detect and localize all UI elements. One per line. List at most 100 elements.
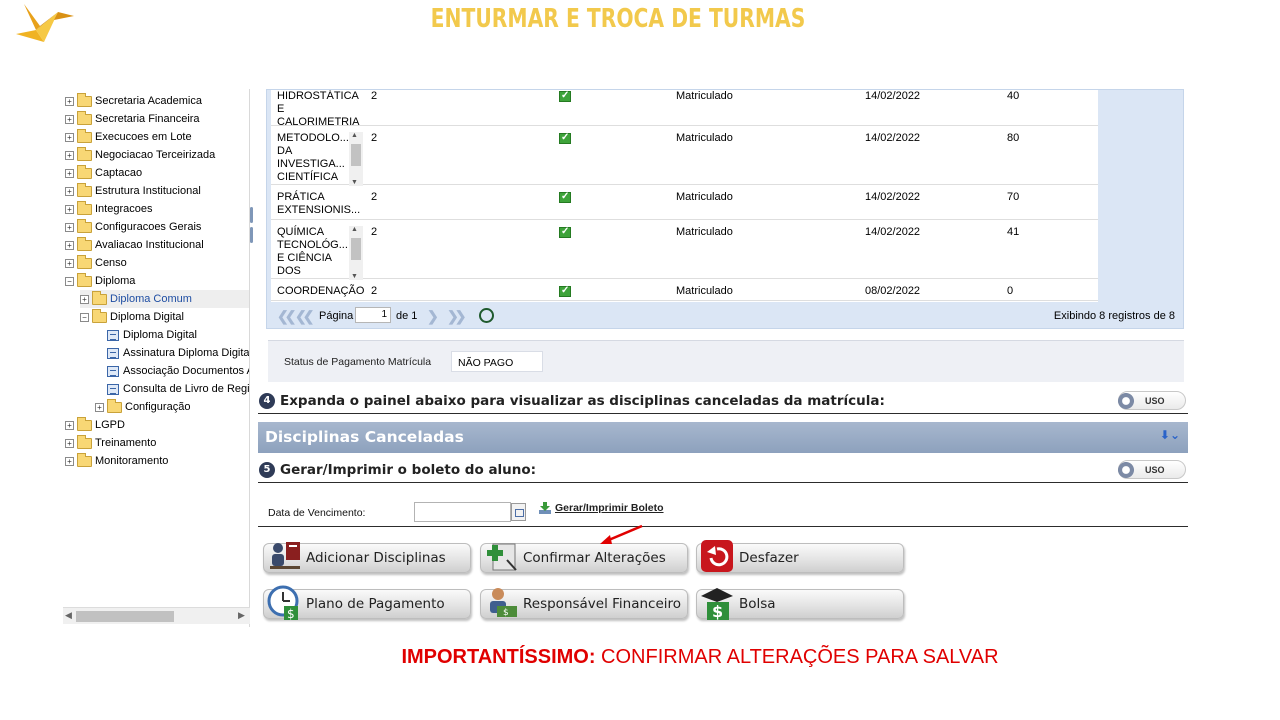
last-page-icon[interactable]: ❯❯: [447, 308, 467, 325]
confirm-changes-button[interactable]: Confirmar Alterações: [480, 543, 688, 573]
checkbox-checked-icon[interactable]: [559, 131, 571, 144]
scroll-left-icon[interactable]: ◀: [65, 610, 72, 621]
first-page-icon[interactable]: ❮❮: [277, 308, 297, 325]
tree-item[interactable]: + Captacao: [65, 164, 142, 182]
tree-item[interactable]: − Diploma: [65, 272, 135, 290]
scroll-right-icon[interactable]: ▶: [238, 610, 245, 621]
records-info: Exibindo 8 registros de 8: [1053, 310, 1175, 322]
expand-plus-icon[interactable]: +: [65, 168, 74, 178]
checkbox-checked-icon[interactable]: [559, 225, 571, 238]
discipline-name-line: TECNOLÓG...: [277, 239, 348, 251]
checkbox-checked-icon[interactable]: [559, 190, 571, 203]
tree-item[interactable]: + Execucoes em Lote: [65, 128, 192, 146]
collapse-minus-icon[interactable]: −: [65, 276, 74, 286]
tree-item[interactable]: + Avaliacao Institucional: [65, 236, 204, 254]
expand-chevron-icon[interactable]: ⬇⌄: [1160, 428, 1180, 442]
discipline-name: PRÁTICA EXTENSIONIS...: [277, 191, 360, 217]
financial-responsible-button[interactable]: $ Responsável Financeiro: [480, 588, 688, 619]
tree-item[interactable]: + Monitoramento: [65, 452, 168, 470]
tree-item[interactable]: Consulta de Livro de Regist: [107, 380, 249, 398]
tree-item[interactable]: Assinatura Diploma Digital: [107, 344, 249, 362]
checkbox-checked-icon[interactable]: [559, 284, 571, 297]
expand-plus-icon[interactable]: +: [65, 240, 74, 250]
tree-item[interactable]: + Configuração: [95, 398, 190, 416]
tree-item[interactable]: + Secretaria Financeira: [65, 110, 200, 128]
cell-scrollbar[interactable]: ▲ ▼: [349, 226, 363, 280]
tree-item-label: Estrutura Institucional: [95, 185, 201, 197]
discipline-name: HIDROSTÁTICA E CALORIMETRIA: [277, 90, 360, 129]
folder-icon: [77, 236, 92, 251]
expand-plus-icon[interactable]: +: [65, 258, 74, 268]
disciplines-grid: HIDROSTÁTICAECALORIMETRIA 2 Matriculado 14/…: [266, 89, 1184, 329]
tree-item-label: Secretaria Financeira: [95, 113, 200, 125]
step-5-badge: 5: [259, 462, 275, 478]
tree-item[interactable]: + Integracoes: [65, 200, 152, 218]
scrollbar-thumb[interactable]: [76, 611, 174, 622]
folder-icon: [77, 110, 92, 125]
payment-plan-button[interactable]: $ Plano de Pagamento: [263, 585, 471, 621]
expand-plus-icon[interactable]: +: [65, 222, 74, 232]
add-disciplines-button[interactable]: Adicionar Disciplinas: [263, 542, 471, 573]
due-date-input[interactable]: [414, 502, 511, 522]
table-row[interactable]: HIDROSTÁTICAECALORIMETRIA 2 Matriculado 14/…: [271, 90, 1098, 129]
status-cell: Matriculado: [676, 90, 733, 102]
expand-plus-icon[interactable]: +: [65, 438, 74, 448]
refresh-icon[interactable]: [479, 308, 494, 323]
panel-title: Disciplinas Canceladas: [265, 428, 464, 446]
expand-plus-icon[interactable]: +: [65, 186, 74, 196]
page-of-label: de 1: [396, 310, 418, 322]
discipline-name: METODOLO... DA INVESTIGA... CIENTÍFICA: [277, 132, 357, 184]
expand-plus-icon[interactable]: +: [65, 456, 74, 466]
tree-item[interactable]: + Treinamento: [65, 434, 156, 452]
collapse-minus-icon[interactable]: −: [80, 312, 89, 322]
next-page-icon[interactable]: ❯: [427, 308, 439, 325]
expand-plus-icon[interactable]: +: [65, 132, 74, 142]
undo-button[interactable]: Desfazer: [696, 540, 904, 573]
tree-item[interactable]: + Estrutura Institucional: [65, 182, 201, 200]
checkbox-checked-icon[interactable]: [559, 90, 571, 102]
tree-item[interactable]: − Diploma Digital: [80, 308, 184, 326]
expand-plus-icon[interactable]: +: [80, 294, 89, 304]
prev-page-icon[interactable]: ❮❮: [295, 308, 315, 325]
tree-item[interactable]: + LGPD: [65, 416, 125, 434]
table-row[interactable]: QUÍMICATECNOLÓG...E CIÊNCIADOS▲▼2Matricu…: [271, 220, 1098, 280]
table-row[interactable]: PRÁTICAEXTENSIONIS... 2 Matriculado 14/02/2…: [271, 185, 1098, 220]
expand-plus-icon[interactable]: +: [65, 150, 74, 160]
credits-cell: 2: [371, 226, 378, 238]
tree-item[interactable]: Diploma Digital: [107, 326, 197, 344]
cell-scrollbar[interactable]: ▲ ▼: [349, 132, 363, 186]
student-desk-icon: [270, 542, 300, 569]
credits-cell: 2: [371, 132, 378, 144]
date-cell: 08/02/2022: [865, 285, 921, 297]
folder-icon: [77, 254, 92, 269]
expand-plus-icon[interactable]: +: [95, 402, 104, 412]
tree-item[interactable]: + Censo: [65, 254, 127, 272]
tree-horizontal-scrollbar[interactable]: ◀ ▶: [63, 607, 250, 624]
tree-item[interactable]: Associação Documentos Al: [107, 362, 249, 380]
expand-plus-icon[interactable]: +: [65, 114, 74, 124]
scholarship-dollar-icon: $: [701, 588, 733, 621]
expand-plus-icon[interactable]: +: [65, 420, 74, 430]
folder-icon: [77, 182, 92, 197]
scholarship-button[interactable]: $ Bolsa: [696, 588, 904, 621]
table-row[interactable]: METODOLO...DAINVESTIGA...CIENTÍFICA▲▼2Ma…: [271, 126, 1098, 186]
uso-toggle-5[interactable]: USO: [1116, 460, 1186, 480]
payment-status-value: NÃO PAGO: [451, 351, 543, 372]
tree-item[interactable]: + Negociacao Terceirizada: [65, 146, 215, 164]
expand-plus-icon[interactable]: +: [65, 96, 74, 106]
disciplinas-canceladas-panel[interactable]: Disciplinas Canceladas ⬇⌄: [258, 422, 1188, 453]
uso-toggle-4[interactable]: USO: [1116, 391, 1186, 411]
generate-boleto-link[interactable]: Gerar/Imprimir Boleto: [555, 502, 664, 514]
download-icon[interactable]: [538, 501, 552, 515]
tree-item-label: Diploma: [95, 275, 136, 287]
calendar-icon[interactable]: [511, 503, 526, 521]
expand-plus-icon[interactable]: +: [65, 204, 74, 214]
tree-item[interactable]: + Configuracoes Gerais: [65, 218, 201, 236]
page-number-input[interactable]: 1: [355, 307, 391, 323]
panel-splitter[interactable]: [250, 207, 254, 247]
folder-icon: [77, 164, 92, 179]
table-row[interactable]: COORDENAÇÃO 2 Matriculado 08/02/2022 0: [271, 279, 1098, 301]
tree-item[interactable]: + Diploma Comum: [80, 290, 249, 308]
confirm-changes-label: Confirmar Alterações: [523, 550, 666, 566]
tree-item[interactable]: + Secretaria Academica: [65, 92, 202, 110]
